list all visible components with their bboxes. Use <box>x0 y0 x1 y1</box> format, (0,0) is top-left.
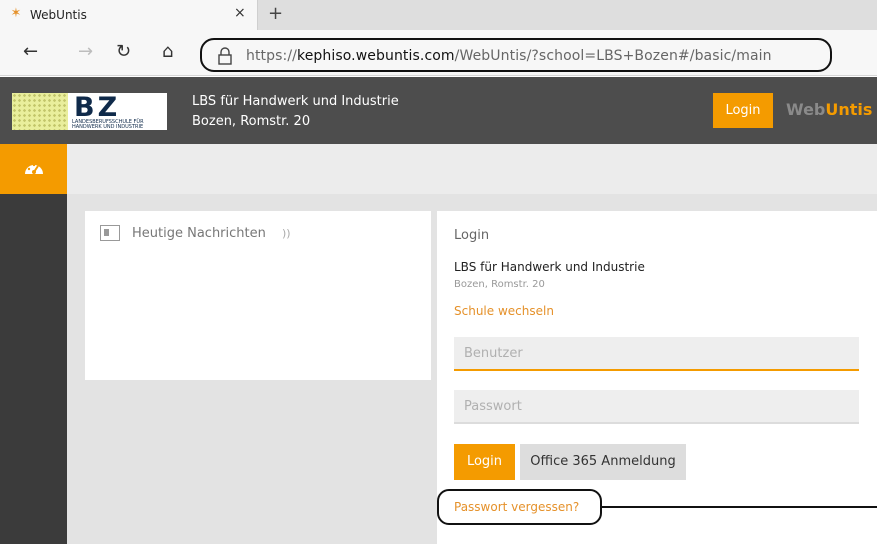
back-icon[interactable]: ← <box>23 42 38 62</box>
brand-prefix: Web <box>786 100 826 119</box>
logo-mark: BZ <box>74 92 121 123</box>
webuntis-brand: WebUntis <box>786 100 872 119</box>
home-icon[interactable]: ⌂ <box>162 42 173 62</box>
rss-icon[interactable]: )) <box>282 227 291 240</box>
forward-icon[interactable]: → <box>78 42 93 62</box>
browser-tab[interactable]: ✶ WebUntis × <box>0 0 258 30</box>
browser-tab-bar: ✶ WebUntis × + <box>0 0 877 30</box>
address-bar[interactable]: https://kephiso.webuntis.com/WebUntis/?s… <box>200 38 832 72</box>
login-school-name: LBS für Handwerk und Industrie <box>454 260 645 274</box>
login-button[interactable]: Login <box>454 444 515 480</box>
refresh-icon[interactable]: ↻ <box>116 42 131 62</box>
school-logo[interactable]: BZ LANDESBERUFSSCHULE FÜR HANDWERK UND IN… <box>12 93 167 130</box>
webuntis-favicon-icon: ✶ <box>10 6 22 21</box>
password-input[interactable] <box>454 390 859 424</box>
dashboard-icon <box>25 163 43 174</box>
brand-suffix: Untis <box>825 100 873 119</box>
side-rail <box>0 144 67 544</box>
logo-subtext-line-2: HANDWERK UND INDUSTRIE <box>72 124 144 130</box>
new-tab-button[interactable]: + <box>268 3 283 24</box>
login-school-address: Bozen, Romstr. 20 <box>454 279 545 290</box>
annotation-pointer-line <box>600 506 877 508</box>
change-school-link[interactable]: Schule wechseln <box>454 304 554 318</box>
content-top-strip <box>67 144 877 194</box>
login-title: Login <box>454 228 490 243</box>
logo-subtext: LANDESBERUFSSCHULE FÜR HANDWERK UND INDUS… <box>72 120 144 130</box>
browser-nav-bar: ← → ↻ ⌂ https://kephiso.webuntis.com/Web… <box>0 30 877 76</box>
url-path: /WebUntis/?school=LBS+Bozen#/basic/main <box>454 48 772 64</box>
logo-dot-pattern <box>12 93 68 130</box>
header-school-address: Bozen, Romstr. 20 <box>192 114 311 129</box>
screen: ✶ WebUntis × + ← → ↻ ⌂ https://kephiso.w… <box>0 0 877 544</box>
lock-icon <box>218 47 232 65</box>
url-text: https://kephiso.webuntis.com/WebUntis/?s… <box>246 48 772 64</box>
url-domain: kephiso.webuntis.com <box>296 48 455 64</box>
newspaper-icon <box>100 225 120 241</box>
username-input[interactable] <box>454 337 859 371</box>
header-login-button[interactable]: Login <box>713 93 773 128</box>
url-scheme: https:// <box>246 48 297 64</box>
forgot-password-link[interactable]: Passwort vergessen? <box>454 500 579 514</box>
tab-close-icon[interactable]: × <box>234 5 246 21</box>
tab-title: WebUntis <box>30 8 87 22</box>
header-school-name: LBS für Handwerk und Industrie <box>192 94 399 109</box>
office365-login-button[interactable]: Office 365 Anmeldung <box>520 444 686 480</box>
news-title: Heutige Nachrichten <box>132 226 266 241</box>
